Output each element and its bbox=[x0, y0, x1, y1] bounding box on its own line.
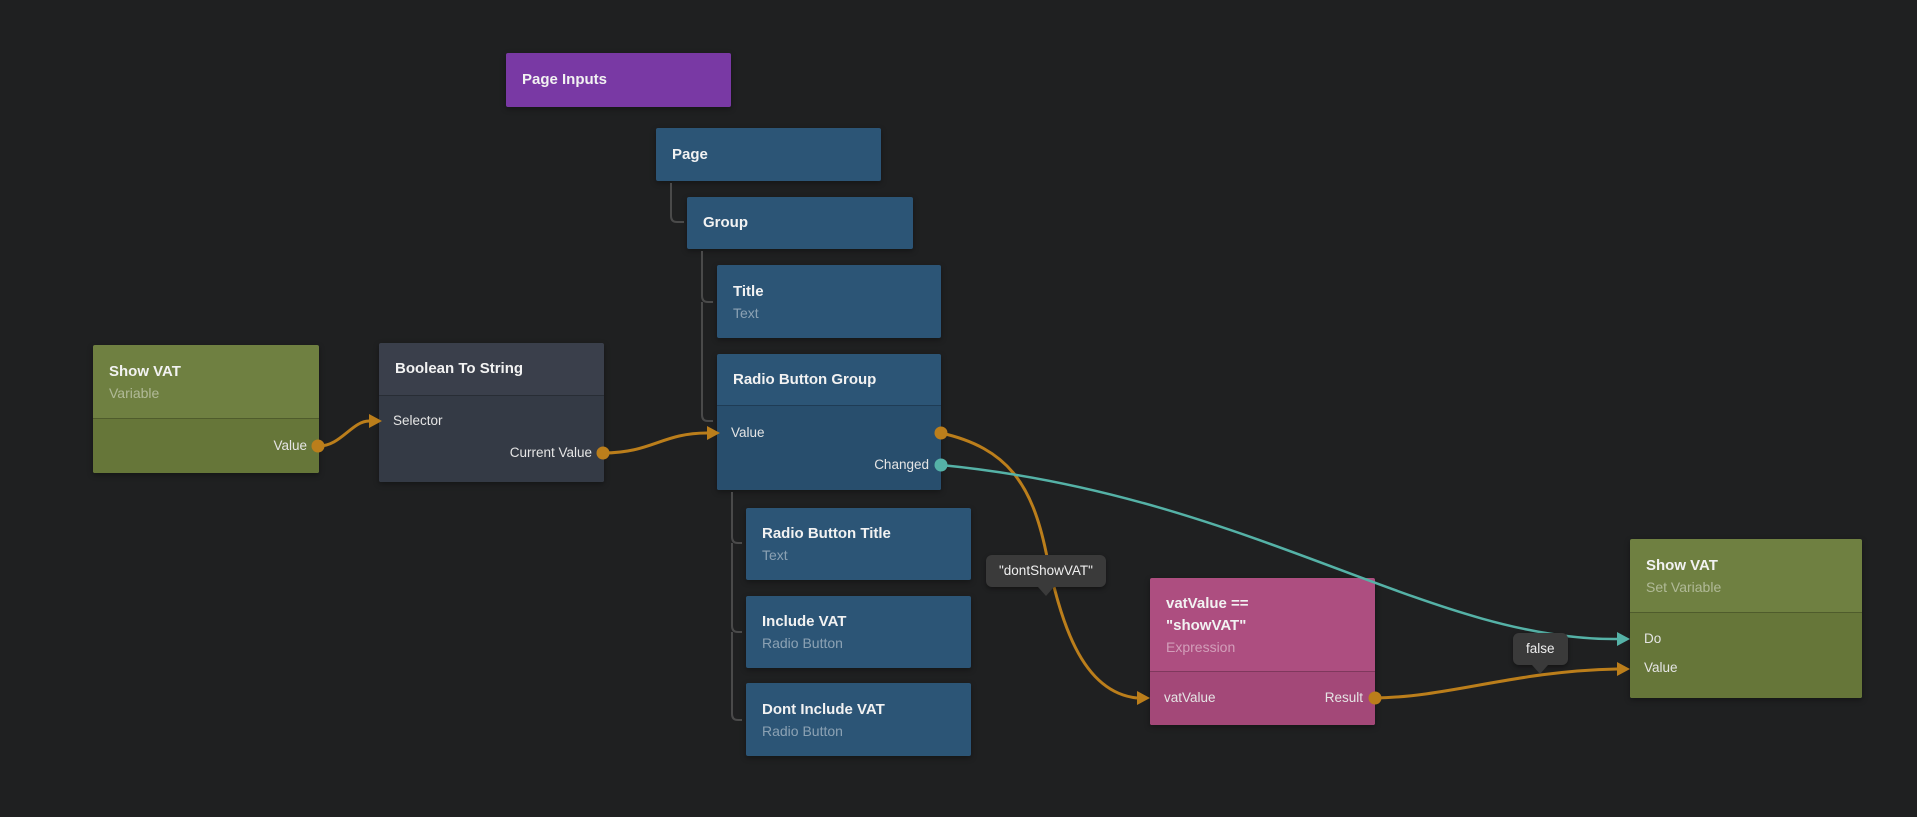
node-page-inputs[interactable]: Page Inputs bbox=[506, 53, 731, 107]
connection-value-label-false[interactable]: false bbox=[1513, 633, 1568, 665]
port-result-output[interactable]: Result bbox=[1325, 688, 1363, 708]
node-type-label: Radio Button bbox=[762, 721, 955, 741]
node-port-area bbox=[717, 405, 941, 490]
arrowhead-setvariable-value-input bbox=[1617, 662, 1630, 676]
port-changed-output[interactable]: Changed bbox=[874, 455, 929, 475]
connection-value-label-dontshowvat[interactable]: "dontShowVAT" bbox=[986, 555, 1106, 587]
wire-currentvalue-to-rbg-value[interactable] bbox=[603, 433, 707, 453]
node-boolean-to-string[interactable]: Boolean To String Selector Current Value bbox=[379, 343, 604, 482]
node-header: Page bbox=[656, 128, 881, 181]
node-expression[interactable]: vatValue == "showVAT" Expression vatValu… bbox=[1150, 578, 1375, 725]
node-title: Dont Include VAT bbox=[762, 699, 955, 721]
tree-connector-rbg-include-vat bbox=[732, 543, 742, 632]
node-type-label: Text bbox=[762, 545, 955, 565]
node-title-line2: "showVAT" bbox=[1166, 615, 1359, 637]
node-header: Radio Button Title Text bbox=[746, 508, 971, 580]
node-type-label: Set Variable bbox=[1646, 577, 1846, 597]
node-header: Title Text bbox=[717, 265, 941, 338]
node-show-vat-variable[interactable]: Show VAT Variable Value bbox=[93, 345, 319, 473]
port-vatvalue-input[interactable]: vatValue bbox=[1164, 688, 1216, 708]
node-type-label: Text bbox=[733, 303, 925, 323]
node-radio-button-title[interactable]: Radio Button Title Text bbox=[746, 508, 971, 580]
port-do-input[interactable]: Do bbox=[1644, 629, 1661, 649]
tree-connector-group-radio-button-group bbox=[702, 302, 713, 421]
node-canvas[interactable]: Page Inputs Page Group Title Text Radio … bbox=[0, 0, 1917, 817]
tree-connector-rbg-radio-button-title bbox=[732, 492, 742, 543]
node-header: Radio Button Group bbox=[717, 354, 941, 405]
tree-connector-rbg-dont-include-vat bbox=[732, 632, 742, 720]
node-title-text[interactable]: Title Text bbox=[717, 265, 941, 338]
port-current-value-output[interactable]: Current Value bbox=[510, 443, 592, 463]
node-title: Title bbox=[733, 281, 925, 303]
node-title-line1: vatValue == bbox=[1166, 593, 1359, 615]
node-title: Include VAT bbox=[762, 611, 955, 633]
node-show-vat-set-variable[interactable]: Show VAT Set Variable Do Value bbox=[1630, 539, 1862, 698]
node-title: Radio Button Group bbox=[733, 369, 925, 391]
node-title: Radio Button Title bbox=[762, 523, 955, 545]
port-value-input[interactable]: Value bbox=[731, 423, 765, 443]
port-selector-input[interactable]: Selector bbox=[393, 411, 443, 431]
node-title: Page bbox=[672, 144, 865, 166]
wire-showvat-value-to-selector[interactable] bbox=[318, 421, 369, 446]
tree-connector-page-group bbox=[671, 183, 684, 222]
node-title: Show VAT bbox=[109, 361, 303, 383]
node-header: Include VAT Radio Button bbox=[746, 596, 971, 668]
node-header: Dont Include VAT Radio Button bbox=[746, 683, 971, 756]
node-include-vat[interactable]: Include VAT Radio Button bbox=[746, 596, 971, 668]
node-title: Boolean To String bbox=[395, 358, 588, 380]
arrowhead-vatvalue-input bbox=[1137, 691, 1150, 705]
tree-connector-group-title bbox=[702, 251, 713, 302]
node-header: vatValue == "showVAT" Expression bbox=[1150, 578, 1375, 671]
node-type-label: Radio Button bbox=[762, 633, 955, 653]
node-header: Group bbox=[687, 197, 913, 249]
node-type-label: Variable bbox=[109, 383, 303, 403]
node-port-area bbox=[379, 395, 604, 482]
node-title: Page Inputs bbox=[522, 69, 715, 91]
node-group[interactable]: Group bbox=[687, 197, 913, 249]
node-radio-button-group[interactable]: Radio Button Group Value Changed bbox=[717, 354, 941, 490]
node-page[interactable]: Page bbox=[656, 128, 881, 181]
node-header: Page Inputs bbox=[506, 53, 731, 107]
node-type-label: Expression bbox=[1166, 637, 1359, 657]
port-value-output[interactable]: Value bbox=[273, 436, 307, 456]
port-value-input[interactable]: Value bbox=[1644, 658, 1678, 678]
arrowhead-do-input bbox=[1617, 632, 1630, 646]
node-header: Boolean To String bbox=[379, 343, 604, 395]
node-header: Show VAT Set Variable bbox=[1630, 539, 1862, 612]
node-port-area bbox=[1630, 612, 1862, 698]
node-title: Group bbox=[703, 212, 897, 234]
node-dont-include-vat[interactable]: Dont Include VAT Radio Button bbox=[746, 683, 971, 756]
wire-result-to-setvariable-value[interactable] bbox=[1375, 669, 1617, 698]
node-header: Show VAT Variable bbox=[93, 345, 319, 418]
node-title: Show VAT bbox=[1646, 555, 1846, 577]
